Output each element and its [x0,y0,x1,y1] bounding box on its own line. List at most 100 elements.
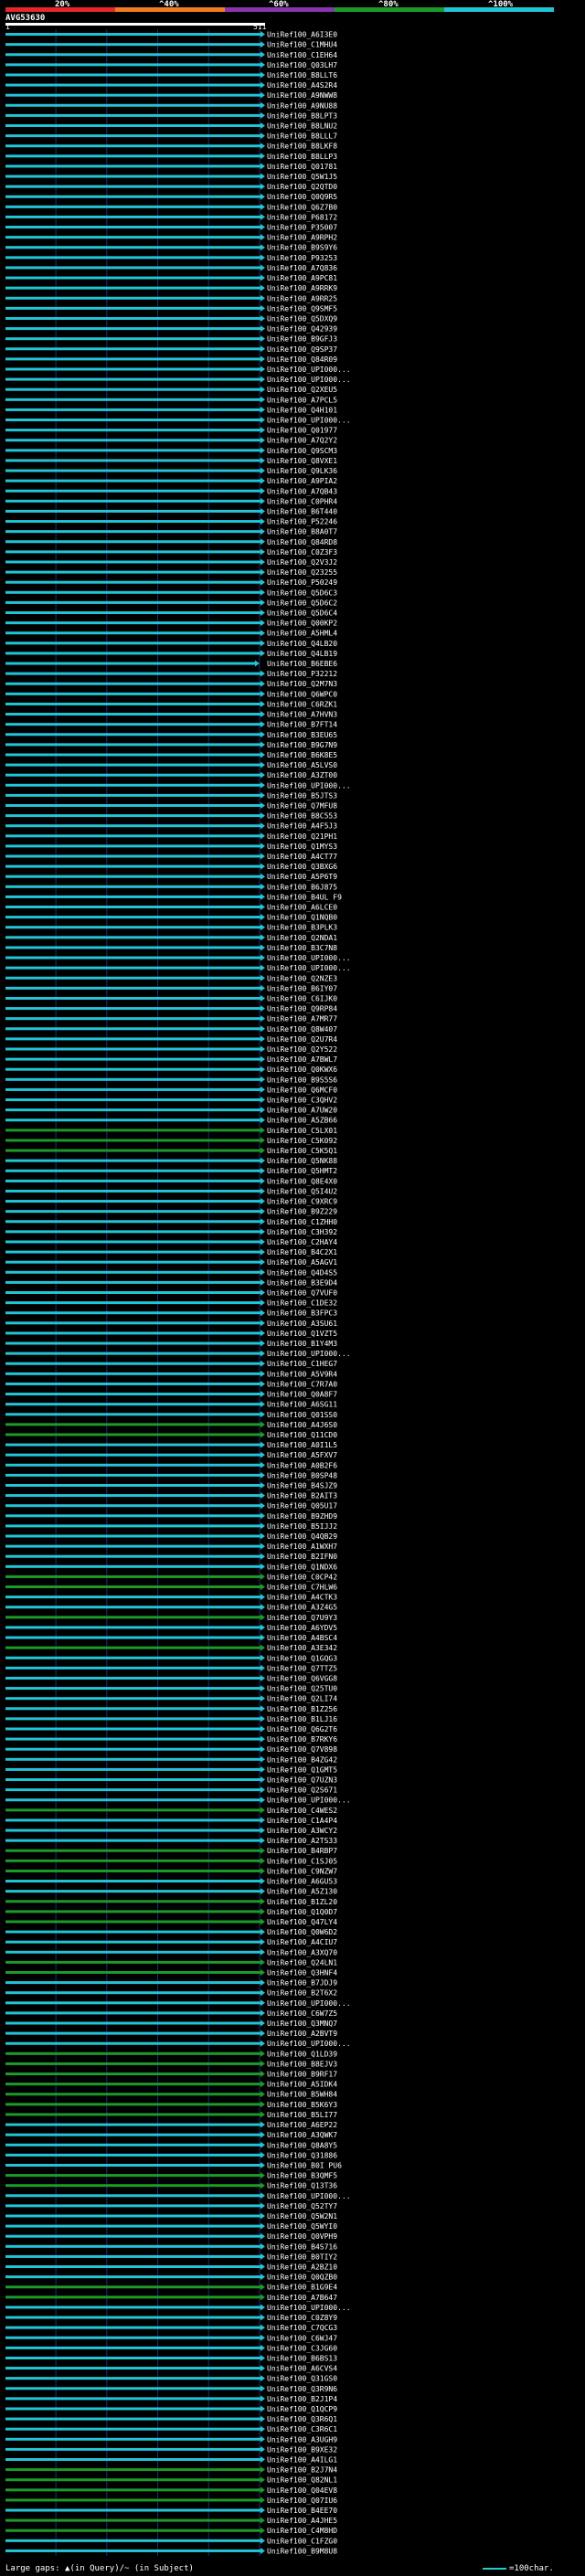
hit-arrowhead [261,1654,265,1661]
hit-bar [5,2123,261,2126]
hit-arrowhead [261,91,265,99]
hit-bar [5,63,261,67]
hit-label: UniRef100_A3UGH9 [267,2435,337,2443]
hit-label: UniRef100_B5JTS3 [267,791,337,800]
hit-bar [5,387,261,391]
hit-bar [5,763,261,767]
hit-arrowhead [261,1735,265,1743]
hit-arrowhead [261,1025,265,1033]
hit-label: UniRef100_P35007 [267,224,337,232]
hit-label: UniRef100_B8LLP3 [267,153,337,161]
hit-bar [5,479,261,482]
hit-bar [5,1311,261,1315]
hit-arrowhead [261,1086,265,1093]
hit-arrowhead [261,1187,265,1194]
hit-arrowhead [261,1563,265,1570]
hit-arrowhead [261,853,265,860]
hit-bar [5,1778,261,1782]
hit-arrowhead [261,1238,265,1246]
hit-arrowhead [261,314,265,322]
hit-label: UniRef100_Q2LI74 [267,1695,337,1703]
hit-arrowhead [261,153,265,160]
hit-label: UniRef100_Q6Z7B0 [267,203,337,211]
hit-arrowhead [261,1157,265,1164]
hit-bar [5,1666,261,1670]
hit-arrowhead [261,355,265,363]
hit-bar [5,347,261,351]
hit-bar [5,449,261,452]
hit-bar [5,83,261,87]
hit-arrowhead [261,264,265,271]
hit-label: UniRef100_C6RZK1 [267,700,337,708]
hit-arrowhead [261,610,265,617]
hit-arrowhead [261,1330,265,1337]
hit-label: UniRef100_A6LCE0 [267,904,337,912]
hit-arrowhead [261,2060,265,2067]
hit-bar [5,2275,261,2279]
hit-bar [5,1970,261,1974]
hit-arrowhead [261,1177,265,1184]
hit-bar [5,2295,261,2299]
hit-arrowhead [261,2486,265,2494]
hit-bar [5,916,261,919]
hit-label: UniRef100_Q9SP37 [267,345,337,354]
hit-label: UniRef100_Q2V3J2 [267,558,337,567]
hit-label: UniRef100_Q4H101 [267,406,337,414]
hit-label: UniRef100_B0SP48 [267,1471,337,1479]
hit-bar [5,906,261,909]
hit-label: UniRef100_Q5D6C4 [267,610,337,618]
hit-arrowhead [261,558,265,566]
hit-label: UniRef100_UPI000... [267,954,351,962]
hit-label: UniRef100_C1ZHH0 [267,1218,337,1226]
hit-label: UniRef100_C1SJ05 [267,1857,337,1865]
hit-label: UniRef100_B3QMF5 [267,2172,337,2180]
hit-label: UniRef100_Q2M7N3 [267,680,337,688]
hit-label: UniRef100_C0Z3F3 [267,548,337,557]
hit-bar [5,1940,261,1944]
hit-label: UniRef100_Q8VXE1 [267,457,337,465]
hit-bar [5,1210,261,1214]
hit-label: UniRef100_Q5NK88 [267,1157,337,1165]
hit-bar [5,2224,261,2228]
hit-bar [5,1585,261,1589]
hit-label: UniRef100_Q01781 [267,163,337,171]
hit-arrowhead [261,1391,265,1398]
hit-label: UniRef100_A9RRK9 [267,284,337,292]
hit-label: UniRef100_A4S2R4 [267,81,337,90]
hit-label: UniRef100_A5LVS0 [267,761,337,769]
hit-bar [5,1494,261,1498]
hit-bar [5,662,256,665]
hit-label: UniRef100_Q3R9N6 [267,2385,337,2393]
hit-arrowhead [261,761,265,769]
hit-arrowhead [261,974,265,981]
hit-label: UniRef100_UPI000... [267,417,351,425]
hit-bar [5,1463,261,1467]
legend-label-5: ^100% [488,0,514,9]
hit-label: UniRef100_Q5W1J5 [267,173,337,181]
hit-arrowhead [261,650,265,657]
hit-arrowhead [261,1107,265,1114]
hit-bar [5,1129,261,1132]
hit-label: UniRef100_C1EH64 [267,51,337,59]
hit-bar [5,2041,261,2045]
hit-arrowhead [261,2030,265,2037]
hit-arrowhead [261,183,265,190]
hit-arrowhead [261,1644,265,1651]
hit-bar [5,1027,261,1031]
hit-arrowhead [261,1958,265,1966]
hit-label: UniRef100_Q1MYS3 [267,843,337,851]
hit-arrowhead [261,1705,265,1712]
hit-label: UniRef100_A2BZ10 [267,2263,337,2272]
hit-label: UniRef100_Q9RP84 [267,1005,337,1013]
hit-label: UniRef100_A4CIU7 [267,1938,337,1946]
hit-arrowhead [261,487,265,494]
hit-bar [5,1757,261,1761]
hit-arrowhead [261,670,265,677]
hit-bar [5,276,261,280]
hit-bar [5,185,261,188]
hit-bar [5,1159,261,1162]
hit-label: UniRef100_UPI000... [267,1999,351,2008]
hit-bar [5,53,261,57]
hit-label: UniRef100_Q11CD0 [267,1431,337,1439]
hit-arrowhead [261,2151,265,2158]
